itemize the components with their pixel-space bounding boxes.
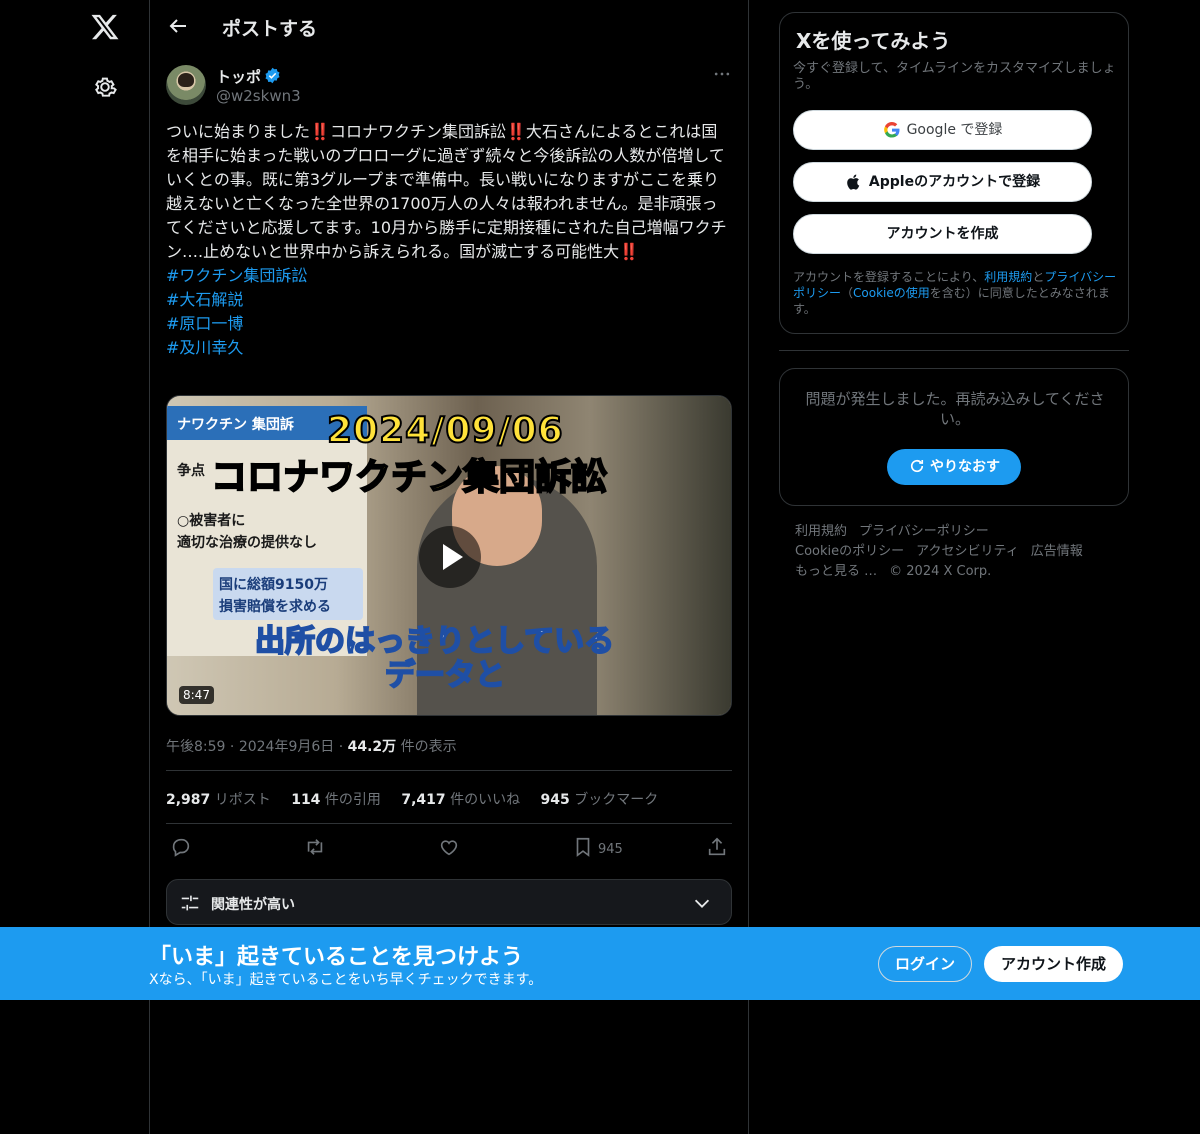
reply-icon[interactable] — [170, 836, 192, 858]
legal-notice: アカウントを登録することにより、利用規約とプライバシーポリシー（Cookieの使… — [793, 269, 1119, 317]
google-signup-button[interactable]: Google で登録 — [793, 110, 1092, 150]
hashtag-link[interactable]: #原口一博 — [166, 312, 732, 336]
gear-icon[interactable] — [92, 74, 118, 100]
back-arrow-icon[interactable] — [166, 14, 190, 38]
video-board-text: 争点 — [177, 463, 205, 479]
views-count: 44.2万 — [347, 739, 397, 755]
video-duration: 8:47 — [179, 686, 214, 704]
error-card: 問題が発生しました。再読み込みしてください。 やりなおす — [779, 368, 1129, 506]
hashtag-link[interactable]: #ワクチン集団訴訟 — [166, 264, 732, 288]
video-caption: データと — [384, 657, 506, 694]
bookmark-icon[interactable] — [572, 836, 594, 858]
post-text-part: ついに始まりました — [166, 122, 311, 141]
legal-text: と — [1032, 270, 1045, 284]
hashtag-link[interactable]: #及川幸久 — [166, 336, 732, 360]
play-icon[interactable] — [419, 526, 481, 588]
footer-link[interactable]: 広告情報 — [1031, 544, 1083, 559]
page-title: ポストする — [222, 18, 318, 40]
video-board-header: ナワクチン 集団訴 — [177, 417, 294, 433]
footer-link[interactable]: もっと見る … — [795, 564, 877, 579]
reposts-stat[interactable]: 2,987 リポスト — [166, 792, 271, 808]
divider — [779, 350, 1129, 351]
video-amount-line: 国に総額9150万 — [219, 577, 328, 593]
like-icon[interactable] — [438, 836, 460, 858]
divider — [166, 823, 732, 824]
video-amount-line: 損害賠償を求める — [219, 599, 331, 615]
repost-icon[interactable] — [304, 836, 326, 858]
sliders-icon — [181, 895, 199, 911]
post-time[interactable]: 午後8:59 — [166, 739, 225, 755]
terms-link[interactable]: 利用規約 — [984, 270, 1032, 284]
apple-signup-label: Appleのアカウントで登録 — [868, 174, 1041, 190]
signup-title: Xを使ってみよう — [796, 29, 951, 53]
exclamation-emoji: ‼️ — [619, 242, 640, 261]
error-message: 問題が発生しました。再読み込みしてください。 — [805, 390, 1105, 428]
google-signup-label: Google で登録 — [906, 122, 1003, 138]
create-account-button[interactable]: アカウントを作成 — [793, 214, 1092, 254]
footer-link[interactable]: Cookieのポリシー — [795, 544, 904, 559]
exclamation-emoji: ‼️ — [310, 122, 330, 141]
divider — [166, 770, 732, 771]
banner-title: 「いま」起きていることを見つけよう — [149, 945, 524, 970]
google-icon — [883, 121, 900, 138]
cookie-link[interactable]: Cookieの使用 — [853, 286, 930, 300]
hashtag-link[interactable]: #大石解説 — [166, 288, 732, 312]
copyright: © 2024 X Corp. — [889, 564, 992, 579]
author-name[interactable]: トッポ — [216, 66, 261, 87]
post-stats: 2,987 リポスト 114 件の引用 7,417 件のいいね 945 ブックマ… — [166, 789, 674, 809]
post-text-part: 大石さんによるとこれは国を相手に始まった戦いのプロローグに過ぎず続々と今後訴訟の… — [166, 122, 727, 261]
post-text-part: コロナワクチン集団訴訟 — [329, 122, 506, 141]
banner-subtitle: Xなら、「いま」起きていることをいち早くチェックできます。 — [149, 972, 543, 988]
more-icon[interactable] — [712, 64, 732, 84]
verified-badge-icon — [265, 67, 280, 84]
x-logo-icon[interactable] — [90, 12, 120, 42]
post-date[interactable]: 2024年9月6日 — [239, 739, 334, 755]
legal-text: アカウントを登録することにより、 — [793, 270, 985, 284]
bookmark-count: 945 — [598, 842, 623, 857]
exclamation-emoji: ‼️ — [505, 122, 526, 141]
refresh-icon — [910, 459, 924, 472]
video-board-text: 適切な治療の提供なし — [177, 535, 317, 551]
bookmarks-stat[interactable]: 945 ブックマーク — [541, 792, 659, 808]
top-bar: ポストする — [150, 0, 748, 55]
relevance-label: 関連性が高い — [211, 897, 295, 913]
video-title-date: 2024/09/06 — [326, 409, 564, 452]
signup-card: Xを使ってみよう 今すぐ登録して、タイムラインをカスタマイズしましょう。 Goo… — [779, 12, 1129, 334]
share-icon[interactable] — [706, 836, 728, 858]
relevance-dropdown[interactable]: 関連性が高い — [166, 879, 732, 925]
video-player[interactable]: ナワクチン 集団訴 争点 ○被害者に 適切な治療の提供なし 国に総額9150万 … — [166, 395, 732, 716]
footer-link[interactable]: 利用規約 — [795, 524, 847, 539]
post-author: トッポ @w2skwn3 — [166, 64, 732, 108]
signup-button[interactable]: アカウント作成 — [984, 946, 1123, 982]
apple-icon — [847, 174, 860, 190]
login-button[interactable]: ログイン — [878, 946, 972, 982]
retry-label: やりなおす — [930, 459, 1000, 475]
avatar[interactable] — [166, 65, 206, 105]
chevron-down-icon — [694, 899, 710, 908]
action-bar: 945 — [166, 834, 732, 864]
signup-subtitle: 今すぐ登録して、タイムラインをカスタマイズしましょう。 — [793, 61, 1116, 92]
video-amount-text: 国に総額9150万 損害賠償を求める — [219, 574, 331, 618]
views-label: 件の表示 — [400, 739, 457, 755]
likes-stat[interactable]: 7,417 件のいいね — [401, 792, 520, 808]
quotes-stat[interactable]: 114 件の引用 — [291, 792, 381, 808]
apple-signup-button[interactable]: Appleのアカウントで登録 — [793, 162, 1092, 202]
video-title-main: コロナワクチン集団訴訟 — [210, 456, 608, 499]
footer-link[interactable]: アクセシビリティ — [916, 544, 1019, 559]
video-board-text: ○被害者に — [177, 513, 246, 529]
login-banner: 「いま」起きていることを見つけよう Xなら、「いま」起きていることをいち早くチェ… — [0, 927, 1200, 1000]
retry-button[interactable]: やりなおす — [887, 449, 1021, 485]
post-text: ついに始まりました‼️コロナワクチン集団訴訟‼️大石さんによるとこれは国を相手に… — [166, 120, 732, 360]
footer-link[interactable]: プライバシーポリシー — [859, 524, 989, 539]
post-meta: 午後8:59 · 2024年9月6日 · 44.2万 件の表示 — [166, 739, 457, 755]
footer-links: 利用規約 プライバシーポリシー Cookieのポリシー アクセシビリティ 広告情報 も… — [795, 522, 1115, 582]
author-handle[interactable]: @w2skwn3 — [216, 87, 301, 105]
legal-text: （ — [841, 286, 854, 300]
